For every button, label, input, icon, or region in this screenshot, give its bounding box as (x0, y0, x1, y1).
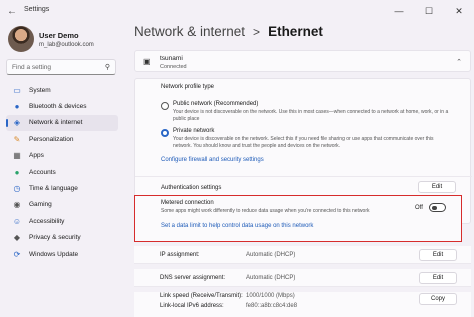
page-title: Ethernet (268, 24, 323, 39)
update-icon: ⟳ (13, 249, 21, 259)
search-icon: ⚲ (104, 64, 110, 71)
network-status: Connected (160, 64, 187, 70)
auth-edit-button[interactable]: Edit (418, 181, 456, 193)
user-email: m_lab@outlook.com (39, 41, 94, 48)
ip-assignment-value: Automatic (DHCP) (246, 252, 296, 258)
public-network-desc: Your device is not discoverable on the n… (173, 109, 449, 122)
metered-desc: Some apps might work differently to redu… (161, 208, 370, 214)
sidebar-item-label: Personalization (29, 135, 74, 143)
monitor-icon: ▭ (13, 85, 21, 95)
sidebar-item-label: Apps (29, 152, 44, 160)
sidebar-item-label: Accounts (29, 168, 56, 176)
network-header-card[interactable]: ▣ tsunami Connected ⌃ (134, 50, 471, 72)
sidebar-item-bluetooth[interactable]: ● Bluetooth & devices (6, 98, 118, 114)
divider (135, 176, 472, 177)
accessibility-icon: ☺ (12, 216, 22, 226)
dns-assignment-value: Automatic (DHCP) (246, 275, 296, 281)
breadcrumb-parent[interactable]: Network & internet (134, 24, 245, 39)
sidebar-item-label: Accessibility (29, 217, 65, 225)
metered-connection-box: Metered connection Some apps might work … (134, 195, 462, 242)
sidebar-item-label: Windows Update (29, 250, 79, 258)
globe-clock-icon: ◷ (13, 184, 21, 194)
network-name: tsunami (160, 55, 183, 62)
ip-assignment-row: IP assignment: Automatic (DHCP) Edit (134, 246, 471, 264)
metered-toggle[interactable] (429, 203, 446, 212)
data-limit-link[interactable]: Set a data limit to help control data us… (161, 223, 313, 229)
properties-row: Link speed (Receive/Transmit): 1000/1000… (134, 292, 471, 317)
dns-assignment-label: DNS server assignment: (160, 275, 226, 281)
dns-edit-button[interactable]: Edit (419, 272, 457, 284)
sidebar-item-personalization[interactable]: ✎ Personalization (6, 131, 118, 147)
back-arrow-icon[interactable]: ← (6, 5, 18, 17)
breadcrumb: Network & internet > Ethernet (134, 24, 323, 39)
sidebar-nav: ▭ System ● Bluetooth & devices ◈ Network… (6, 82, 118, 262)
sidebar-item-time-language[interactable]: ◷ Time & language (6, 180, 118, 196)
sidebar-item-label: Privacy & security (29, 234, 81, 242)
firewall-settings-link[interactable]: Configure firewall and security settings (161, 157, 264, 163)
toggle-knob (432, 205, 437, 210)
copy-button[interactable]: Copy (419, 293, 457, 305)
user-name: User Demo (39, 30, 79, 40)
profile-card: Network profile type Public network (Rec… (134, 78, 472, 242)
link-speed-label: Link speed (Receive/Transmit): (160, 293, 243, 299)
sidebar-item-label: Bluetooth & devices (29, 103, 87, 111)
search-input[interactable]: Find a setting ⚲ (6, 59, 116, 75)
sidebar-item-windows-update[interactable]: ⟳ Windows Update (6, 246, 118, 262)
auth-settings-label: Authentication settings (161, 185, 222, 191)
sidebar-item-apps[interactable]: ▦ Apps (6, 148, 118, 164)
sidebar-item-system[interactable]: ▭ System (6, 82, 118, 98)
search-placeholder: Find a setting (12, 63, 52, 71)
breadcrumb-separator: > (253, 24, 261, 39)
sidebar-item-label: Time & language (29, 185, 78, 193)
metered-state: Off (415, 205, 423, 211)
gamepad-icon: ◉ (13, 200, 21, 210)
minimize-icon[interactable]: — (384, 0, 414, 22)
sidebar-item-label: Network & internet (29, 119, 83, 127)
dns-assignment-row: DNS server assignment: Automatic (DHCP) … (134, 269, 471, 287)
ipv6-value: fe80::a8b:c8c4:de8 (246, 303, 298, 309)
sidebar-item-privacy[interactable]: ◆ Privacy & security (6, 230, 118, 246)
public-network-radio[interactable] (161, 102, 169, 110)
window-title: Settings (24, 6, 50, 13)
sidebar-item-accounts[interactable]: ● Accounts (6, 164, 118, 180)
ip-assignment-label: IP assignment: (160, 252, 200, 258)
window-controls: — ☐ ✕ (384, 0, 474, 22)
avatar (8, 26, 34, 52)
public-network-title: Public network (Recommended) (173, 101, 259, 107)
private-network-title: Private network (173, 128, 215, 134)
maximize-icon[interactable]: ☐ (414, 0, 444, 22)
ip-edit-button[interactable]: Edit (419, 249, 457, 261)
sidebar-item-label: System (29, 86, 51, 94)
bluetooth-icon: ● (14, 102, 20, 112)
ethernet-icon: ▣ (143, 57, 151, 66)
private-network-desc: Your device is discoverable on the netwo… (173, 136, 434, 149)
profile-heading: Network profile type (161, 84, 215, 90)
apps-icon: ▦ (13, 151, 21, 161)
private-network-radio[interactable] (161, 129, 169, 137)
chevron-up-icon[interactable]: ⌃ (456, 58, 462, 66)
content-panel: ▣ tsunami Connected ⌃ Network profile ty… (134, 50, 472, 317)
metered-title: Metered connection (161, 200, 214, 206)
link-speed-value: 1000/1000 (Mbps) (246, 293, 295, 299)
sidebar-item-gaming[interactable]: ◉ Gaming (6, 197, 118, 213)
title-bar: ← Settings — ☐ ✕ (0, 0, 474, 22)
sidebar-item-label: Gaming (29, 201, 52, 209)
brush-icon: ✎ (13, 134, 21, 144)
person-icon: ● (14, 167, 20, 177)
sidebar-item-accessibility[interactable]: ☺ Accessibility (6, 213, 118, 229)
wifi-icon: ◈ (13, 118, 21, 128)
shield-icon: ◆ (13, 233, 21, 243)
user-profile[interactable]: User Demo m_lab@outlook.com (8, 26, 94, 52)
sidebar-item-network[interactable]: ◈ Network & internet (6, 114, 118, 132)
close-icon[interactable]: ✕ (444, 0, 474, 22)
ipv6-label: Link-local IPv6 address: (160, 303, 224, 309)
